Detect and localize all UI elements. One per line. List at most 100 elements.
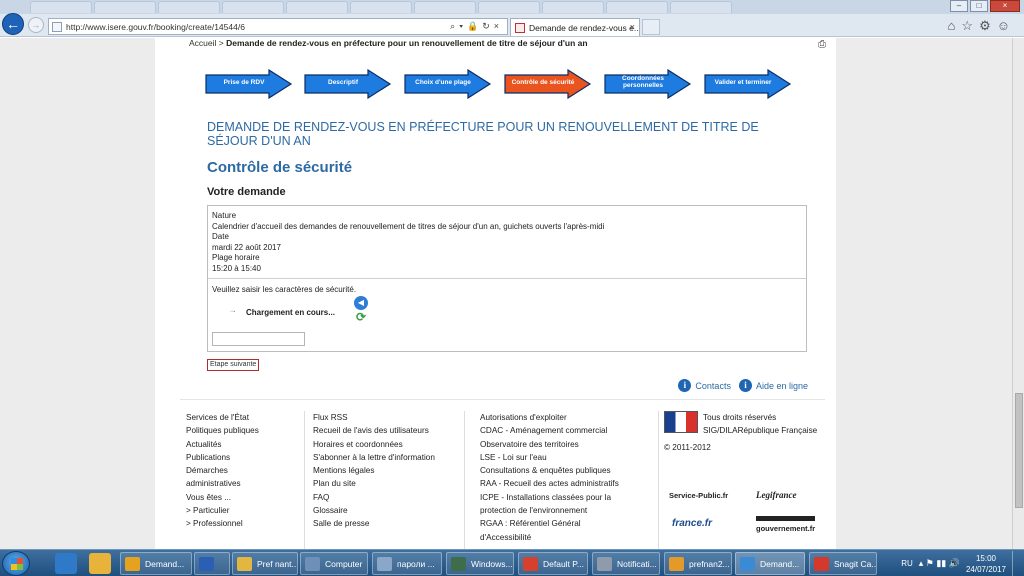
footer-link[interactable]: RAA - Recueil des actes administratifs xyxy=(480,477,630,490)
background-tab[interactable] xyxy=(94,1,156,13)
smiley-feedback-icon[interactable]: ☺ xyxy=(997,18,1016,33)
footer-link[interactable]: Glossaire xyxy=(313,504,453,517)
background-tab[interactable] xyxy=(606,1,668,13)
scrollbar-thumb[interactable] xyxy=(1015,393,1023,508)
service-public-logo[interactable]: Service-Public.fr xyxy=(669,489,728,502)
step-controle-securite[interactable]: Contrôle de sécurité xyxy=(504,69,592,99)
background-tab[interactable] xyxy=(670,1,732,13)
france-fr-logo[interactable]: france.fr xyxy=(672,517,712,530)
address-bar[interactable]: http://www.isere.gouv.fr/booking/create/… xyxy=(48,18,508,35)
footer-link[interactable]: FAQ xyxy=(313,491,453,504)
pinned-app-icon[interactable] xyxy=(55,553,77,574)
footer-link[interactable]: Services de l'État xyxy=(186,411,296,424)
close-tab-icon[interactable]: × xyxy=(630,22,635,32)
background-tab[interactable] xyxy=(414,1,476,13)
footer-link[interactable]: Vous êtes ... xyxy=(186,491,296,504)
new-tab-button[interactable] xyxy=(642,19,660,35)
settings-gear-icon[interactable]: ⚙ xyxy=(979,18,997,33)
background-tab[interactable] xyxy=(222,1,284,13)
footer-link[interactable]: Mentions légales xyxy=(313,464,453,477)
tray-icons[interactable]: ▴ ⚑ ▮▮ 🔊 xyxy=(919,558,960,569)
taskbar-item-passwords[interactable]: пароли ... xyxy=(372,552,442,575)
footer-link[interactable]: Publications xyxy=(186,451,296,464)
page-content: Accueil > Demande de rendez-vous en préf… xyxy=(155,38,836,549)
minimize-button[interactable]: – xyxy=(950,0,968,12)
taskbar-item-chrome[interactable]: Demand... xyxy=(120,552,192,575)
footer-link[interactable]: CDAC - Aménagement commercial xyxy=(480,424,630,437)
maximize-button[interactable]: □ xyxy=(970,0,988,12)
sig-dila-link[interactable]: SIG/DILARépublique Française xyxy=(703,424,817,437)
legifrance-logo[interactable]: Legifrance xyxy=(756,489,797,502)
background-tab[interactable] xyxy=(158,1,220,13)
refresh-icon[interactable]: ↻ xyxy=(482,21,494,31)
background-tab[interactable] xyxy=(350,1,412,13)
home-icon[interactable]: ⌂ xyxy=(948,18,962,33)
footer-link[interactable]: Plan du site xyxy=(313,477,453,490)
footer-link[interactable]: > Professionnel xyxy=(186,517,296,530)
captcha-input[interactable] xyxy=(212,332,305,346)
taskbar-item-windows[interactable]: Windows... xyxy=(446,552,514,575)
contacts-link[interactable]: i Contacts xyxy=(678,379,731,392)
taskbar-item-default-profile[interactable]: Default P... xyxy=(518,552,588,575)
background-tab[interactable] xyxy=(30,1,92,13)
clock[interactable]: 15:00 24/07/2017 xyxy=(966,553,1006,575)
search-icon[interactable]: ⌕ xyxy=(450,21,459,31)
footer-link[interactable]: ICPE - Installations classées pour la xyxy=(480,491,630,504)
footer-link[interactable]: Actualités xyxy=(186,438,296,451)
taskbar-item-folder[interactable]: Pref nant... xyxy=(232,552,298,575)
help-link[interactable]: i Aide en ligne xyxy=(738,379,808,392)
favorites-star-icon[interactable]: ☆ xyxy=(961,18,979,33)
footer-link[interactable]: S'abonner à la lettre d'information xyxy=(313,451,453,464)
background-tab[interactable] xyxy=(478,1,540,13)
footer-link[interactable]: Flux RSS xyxy=(313,411,453,424)
taskbar-item-snagit[interactable]: Snagit Ca... xyxy=(809,552,877,575)
vertical-scrollbar[interactable] xyxy=(1012,38,1024,549)
copyright: © 2011-2012 xyxy=(664,443,711,452)
show-desktop-button[interactable] xyxy=(1012,551,1020,576)
step-descriptif[interactable]: Descriptif xyxy=(304,69,392,99)
taskbar-item-computer[interactable]: Computer xyxy=(300,552,368,575)
background-tab[interactable] xyxy=(542,1,604,13)
forward-button[interactable]: → xyxy=(28,17,44,33)
notepad-icon xyxy=(377,557,392,571)
taskbar-item-notifications[interactable]: Notificati... xyxy=(592,552,660,575)
url-text[interactable]: http://www.isere.gouv.fr/booking/create/… xyxy=(66,22,245,32)
close-icon[interactable]: × xyxy=(494,21,503,31)
step-prise-de-rdv[interactable]: Prise de RDV xyxy=(205,69,293,99)
print-icon[interactable]: ⎙ xyxy=(818,39,826,50)
close-window-button[interactable]: × xyxy=(990,0,1020,12)
taskbar-item-prefnan[interactable]: prefnan2... xyxy=(664,552,732,575)
pinned-folder-icon[interactable] xyxy=(89,553,111,574)
footer-link[interactable]: Autorisations d'exploiter xyxy=(480,411,630,424)
active-tab[interactable]: Demande de rendez-vous e... × xyxy=(510,18,640,36)
start-button[interactable] xyxy=(2,551,30,576)
taskbar-item-ie[interactable]: Demand... xyxy=(735,552,805,575)
footer-link[interactable]: Démarches xyxy=(186,464,296,477)
footer-link[interactable]: Consultations & enquêtes publiques xyxy=(480,464,630,477)
footer-link[interactable]: administratives xyxy=(186,477,296,490)
footer-link[interactable]: Observatoire des territoires xyxy=(480,438,630,451)
refresh-captcha-icon[interactable]: ⟳ xyxy=(354,311,368,324)
contacts-label: Contacts xyxy=(695,380,731,391)
taskbar-item-label: пароли ... xyxy=(397,559,435,569)
footer-link[interactable]: Recueil de l'avis des utilisateurs xyxy=(313,424,453,437)
footer-link[interactable]: > Particulier xyxy=(186,504,296,517)
breadcrumb-home-link[interactable]: Accueil xyxy=(189,38,216,48)
footer-link[interactable]: Salle de presse xyxy=(313,517,453,530)
step-coordonnees[interactable]: Coordonnées personnelles xyxy=(604,69,692,99)
taskbar-item-word[interactable] xyxy=(194,552,230,575)
footer-link[interactable]: Horaires et coordonnées xyxy=(313,438,453,451)
gouvernement-logo[interactable]: gouvernement.fr xyxy=(756,516,816,535)
footer-link[interactable]: RGAA : Référentiel Général d'Accessibili… xyxy=(480,517,630,544)
background-tab[interactable] xyxy=(286,1,348,13)
step-valider[interactable]: Valider et terminer xyxy=(704,69,792,99)
footer-link[interactable]: protection de l'environnement xyxy=(480,504,630,517)
language-indicator[interactable]: RU xyxy=(901,559,913,568)
footer-link[interactable]: LSE - Loi sur l'eau xyxy=(480,451,630,464)
back-button[interactable]: ← xyxy=(2,13,24,35)
audio-captcha-icon[interactable]: ◀ xyxy=(354,296,368,310)
footer-link[interactable]: Politiques publiques xyxy=(186,424,296,437)
next-step-button[interactable]: Etape suivante xyxy=(207,359,260,371)
dropdown-icon[interactable]: ▾ xyxy=(459,21,467,31)
step-choix-plage[interactable]: Choix d'une plage xyxy=(404,69,492,99)
